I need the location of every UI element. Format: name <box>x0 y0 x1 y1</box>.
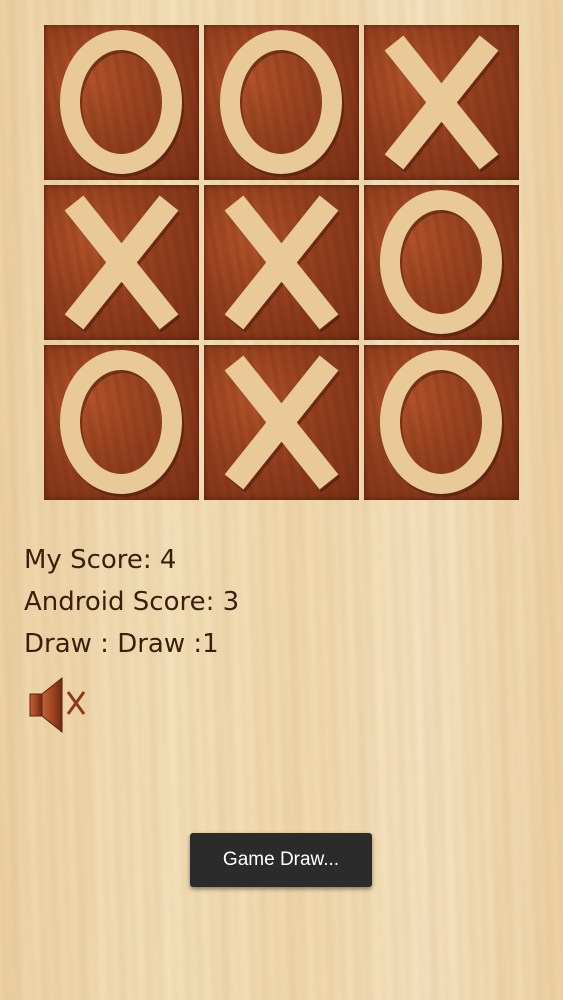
board-cell-7[interactable] <box>44 345 199 500</box>
speaker-muted-icon <box>29 676 86 734</box>
board-cell-6[interactable] <box>364 185 519 340</box>
o-mark <box>380 190 504 337</box>
x-mark <box>384 35 501 173</box>
o-mark <box>220 30 344 177</box>
board-cell-4[interactable] <box>44 185 199 340</box>
x-mark <box>224 355 341 493</box>
toast-text: Game Draw... <box>222 849 340 870</box>
board-cell-9[interactable] <box>364 345 519 500</box>
o-mark <box>60 350 184 497</box>
draw-score-label: Draw : Draw :1 <box>24 629 219 659</box>
x-mark <box>224 195 341 333</box>
board-cell-3[interactable] <box>364 25 519 180</box>
x-mark <box>64 195 181 333</box>
board-cell-2[interactable] <box>204 25 359 180</box>
o-mark <box>380 350 504 497</box>
my-score-label: My Score: 4 <box>24 545 177 575</box>
board-cell-8[interactable] <box>204 345 359 500</box>
android-score-label: Android Score: 3 <box>24 587 240 617</box>
game-draw-toast: Game Draw... <box>190 833 372 887</box>
game-board <box>44 25 519 500</box>
board-cell-5[interactable] <box>204 185 359 340</box>
sound-toggle-button[interactable] <box>28 672 92 738</box>
o-mark <box>60 30 184 177</box>
board-cell-1[interactable] <box>44 25 199 180</box>
